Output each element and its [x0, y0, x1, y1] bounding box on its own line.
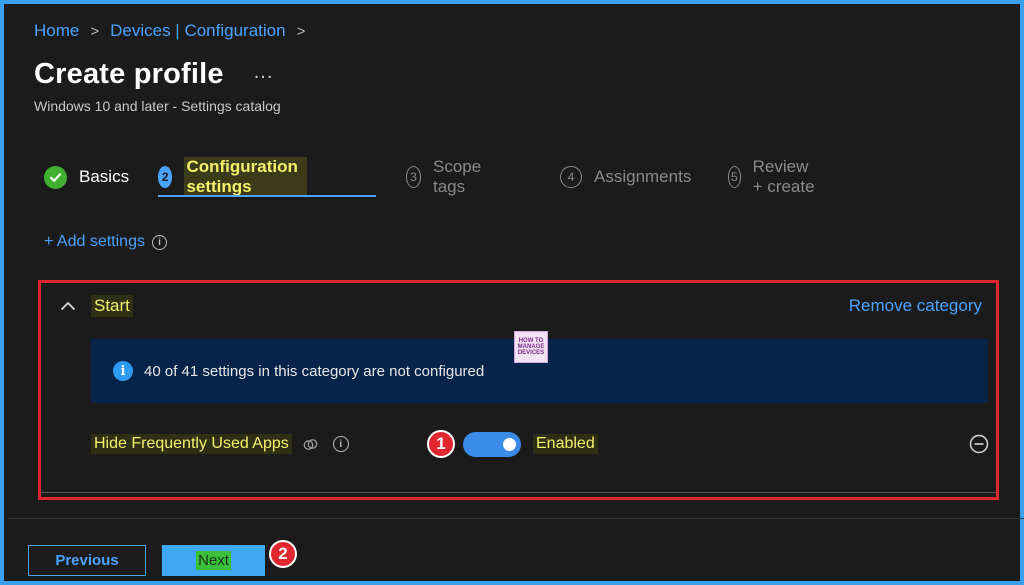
category-panel-start: Start Remove category i 40 of 41 setting…	[38, 280, 999, 500]
info-icon[interactable]: i	[151, 234, 167, 250]
divider	[41, 492, 996, 493]
toggle-value-label: Enabled	[533, 434, 598, 454]
setting-row-hide-frequently-used-apps: Hide Frequently Used Apps i 1 Enabled	[91, 429, 989, 459]
chevron-right-icon: >	[90, 22, 100, 40]
page-subtitle: Windows 10 and later - Settings catalog	[34, 98, 281, 114]
tab-scope-tags[interactable]: 3 Scope tags	[406, 157, 488, 196]
step-number: 2	[158, 166, 173, 188]
breadcrumb-home[interactable]: Home	[34, 21, 79, 41]
link-icon[interactable]	[302, 436, 319, 453]
info-icon[interactable]: i	[332, 436, 349, 452]
how-to-manage-devices-logo: HOW TO MANAGE DEVICES	[514, 331, 548, 363]
remove-setting-icon[interactable]	[969, 434, 989, 454]
add-settings-label: + Add settings	[44, 233, 145, 250]
enabled-toggle[interactable]	[463, 432, 521, 457]
annotation-marker-1: 1	[427, 430, 455, 458]
step-number: 5	[728, 166, 741, 188]
step-label: Basics	[79, 167, 130, 186]
step-label: Assignments	[594, 167, 692, 186]
banner-text: 40 of 41 settings in this category are n…	[144, 362, 485, 380]
title-row: Create profile ...	[34, 58, 273, 91]
step-number: 4	[560, 166, 582, 188]
add-settings-link[interactable]: + Add settings i	[44, 233, 167, 251]
breadcrumb-devices-configuration[interactable]: Devices | Configuration	[110, 21, 285, 41]
setting-name: Hide Frequently Used Apps	[91, 434, 292, 454]
step-label: Configuration settings	[184, 157, 308, 197]
tab-configuration-settings[interactable]: 2 Configuration settings	[158, 157, 308, 197]
annotation-marker-2: 2	[269, 540, 297, 568]
step-label: Scope tags	[432, 157, 482, 196]
category-title: Start	[91, 295, 133, 317]
next-button-label: Next	[196, 551, 231, 570]
previous-button[interactable]: Previous	[28, 545, 146, 576]
tab-basics[interactable]: Basics	[44, 164, 129, 190]
chevron-right-icon: >	[296, 22, 306, 40]
active-tab-indicator	[158, 195, 376, 197]
footer-divider	[8, 518, 1024, 519]
step-label: Review + create	[752, 157, 815, 196]
checkmark-icon	[44, 165, 67, 189]
step-number: 3	[406, 166, 421, 188]
app-window: Home > Devices | Configuration > Create …	[0, 0, 1024, 585]
next-button[interactable]: Next	[162, 545, 265, 576]
breadcrumb: Home > Devices | Configuration >	[34, 21, 316, 41]
toggle-knob	[503, 438, 516, 451]
chevron-up-icon[interactable]	[59, 297, 77, 315]
more-options-icon[interactable]: ...	[254, 61, 274, 84]
page-title: Create profile	[34, 58, 224, 90]
tab-review-create[interactable]: 5 Review + create	[728, 157, 818, 196]
logo-line: DEVICES	[517, 350, 545, 356]
info-filled-icon: i	[113, 361, 133, 381]
remove-category-link[interactable]: Remove category	[849, 296, 982, 316]
tab-assignments[interactable]: 4 Assignments	[560, 164, 691, 190]
category-header[interactable]: Start	[59, 295, 133, 317]
